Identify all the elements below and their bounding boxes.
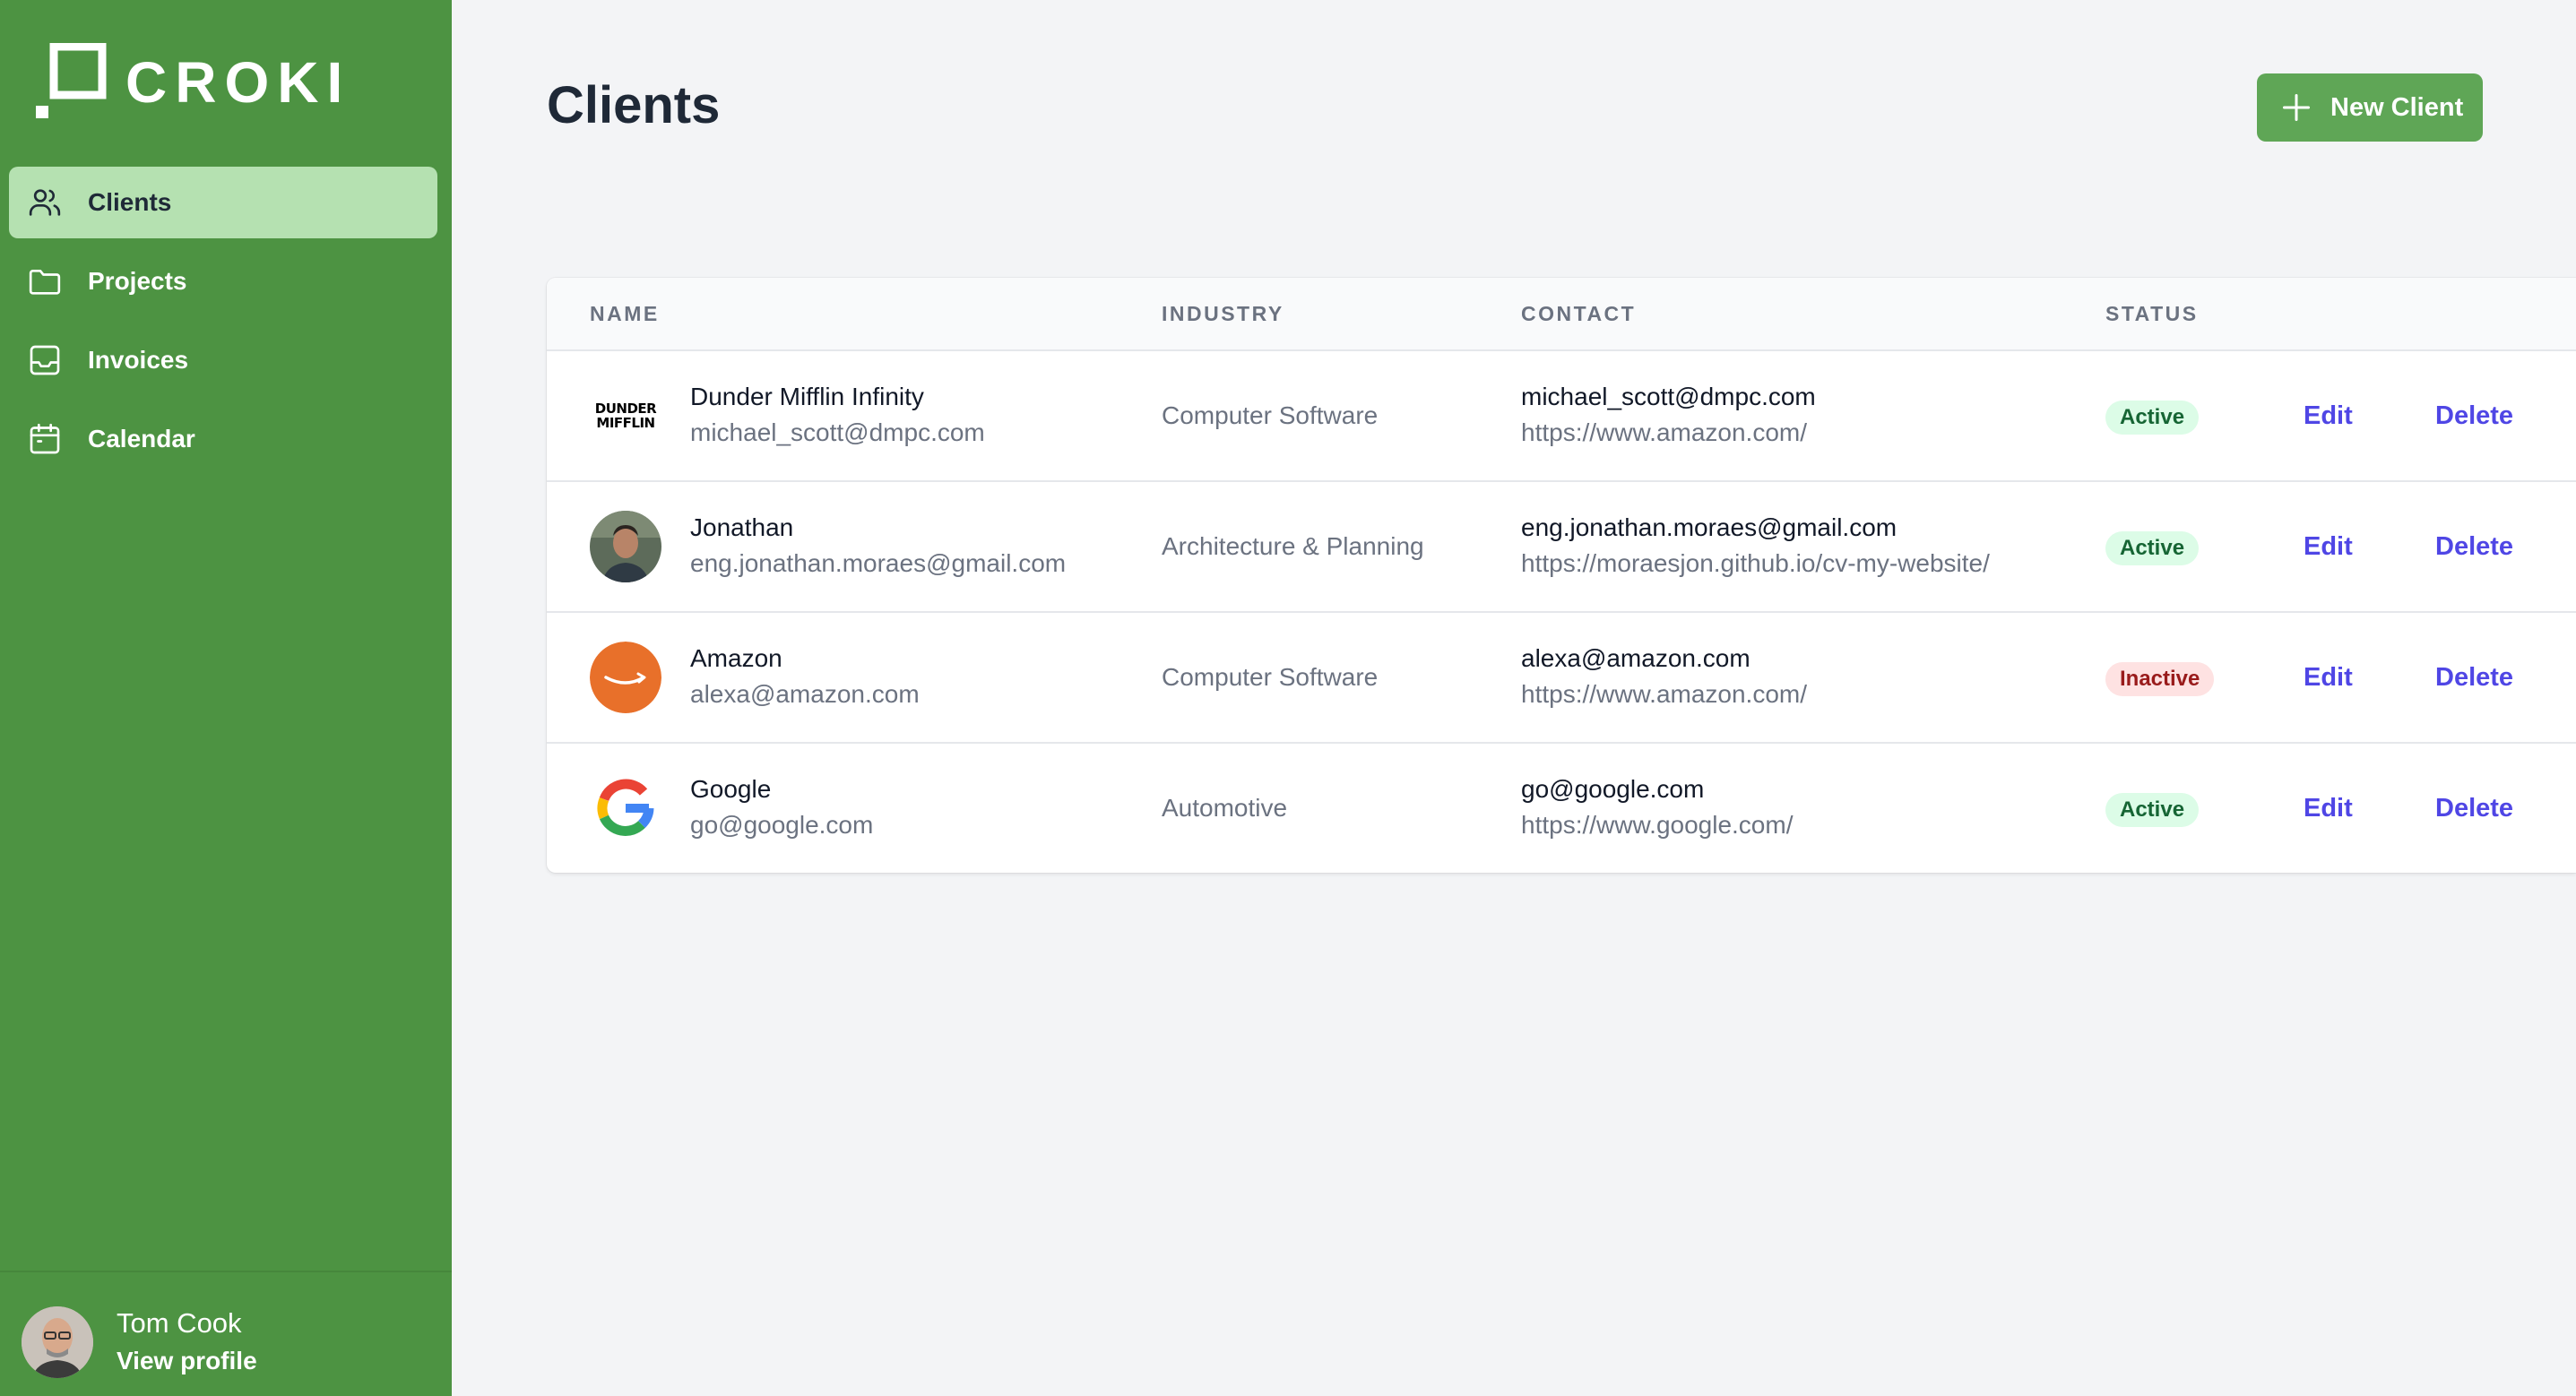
new-client-button[interactable]: New Client [2257, 73, 2483, 142]
users-icon [29, 189, 61, 216]
sidebar-item-label: Calendar [88, 425, 195, 452]
contact-website: https://www.google.com/ [1521, 811, 1794, 839]
contact-website: https://www.amazon.com/ [1521, 680, 1808, 708]
client-email: michael_scott@dmpc.com [690, 418, 985, 446]
inbox-icon [30, 345, 60, 375]
profile-name: Tom Cook [117, 1307, 242, 1339]
sidebar-nav: Clients Projects Invoices Calendar [9, 167, 437, 482]
client-industry: Automotive [1162, 794, 1288, 822]
contact-email: alexa@amazon.com [1521, 644, 1750, 672]
delete-button[interactable]: Delete [2435, 744, 2513, 873]
client-name: Google [690, 775, 772, 803]
header-industry: INDUSTRY [1162, 302, 1284, 325]
company-logo [590, 642, 661, 713]
user-photo-icon [22, 1306, 93, 1378]
edit-button[interactable]: Edit [2304, 744, 2353, 873]
client-email: eng.jonathan.moraes@gmail.com [690, 549, 1067, 577]
table-row: Amazon alexa@amazon.com Computer Softwar… [547, 613, 2576, 744]
delete-button[interactable]: Delete [2435, 613, 2513, 742]
contact-email: go@google.com [1521, 775, 1705, 803]
person-photo-icon [590, 511, 661, 582]
contact-email: michael_scott@dmpc.com [1521, 383, 1816, 410]
logo-text: DUNDER [594, 401, 657, 417]
sidebar-item-label: Projects [88, 267, 187, 295]
sidebar-item-invoices[interactable]: Invoices [9, 324, 437, 396]
table-row: Google go@google.com Automotive go@googl… [547, 744, 2576, 873]
header-name: NAME [590, 302, 660, 325]
sidebar-item-label: Invoices [88, 346, 189, 374]
sidebar-item-label: Clients [88, 188, 172, 216]
company-logo: DUNDER MIFFLIN [590, 380, 661, 452]
status-badge: Active [2105, 793, 2200, 827]
company-logo [590, 511, 661, 582]
table-row: Jonathan eng.jonathan.moraes@gmail.com A… [547, 482, 2576, 613]
sidebar-item-clients[interactable]: Clients [9, 167, 437, 238]
client-email: alexa@amazon.com [690, 680, 920, 708]
user-profile[interactable]: Tom Cook View profile [0, 1271, 452, 1396]
edit-button[interactable]: Edit [2304, 351, 2353, 480]
clients-table: NAME INDUSTRY CONTACT STATUS DUNDER MIFF… [547, 278, 2576, 873]
sidebar: CROKI Clients Projects Invoices Calendar… [0, 0, 452, 1396]
logo-mark-icon [36, 43, 107, 118]
sidebar-item-calendar[interactable]: Calendar [9, 403, 437, 475]
status-badge: Active [2105, 401, 2200, 435]
client-industry: Architecture & Planning [1162, 532, 1424, 560]
client-email: go@google.com [690, 811, 874, 839]
contact-website: https://www.amazon.com/ [1521, 418, 1808, 446]
contact-email: eng.jonathan.moraes@gmail.com [1521, 513, 1897, 541]
croki-logo[interactable]: CROKI [36, 43, 342, 124]
company-logo [590, 772, 661, 844]
sidebar-item-projects[interactable]: Projects [9, 246, 437, 317]
delete-button[interactable]: Delete [2435, 482, 2513, 611]
status-badge: Inactive [2105, 662, 2215, 696]
client-name: Jonathan [690, 513, 794, 541]
client-industry: Computer Software [1162, 663, 1379, 691]
amazon-logo-icon [590, 642, 661, 713]
delete-button[interactable]: Delete [2435, 351, 2513, 480]
calendar-icon [30, 423, 60, 454]
dunder-mifflin-logo-icon: DUNDER MIFFLIN [590, 380, 661, 452]
edit-button[interactable]: Edit [2304, 482, 2353, 611]
folder-icon [29, 270, 61, 295]
header-status: STATUS [2105, 302, 2199, 325]
status-badge: Active [2105, 531, 2200, 565]
page-title: Clients [547, 76, 721, 134]
table-header: NAME INDUSTRY CONTACT STATUS [547, 278, 2576, 351]
new-client-label: New Client [2330, 93, 2464, 122]
client-industry: Computer Software [1162, 401, 1379, 429]
client-name: Amazon [690, 644, 782, 672]
logo-text: MIFFLIN [596, 415, 655, 431]
edit-button[interactable]: Edit [2304, 613, 2353, 742]
header-contact: CONTACT [1521, 302, 1637, 325]
avatar [22, 1306, 93, 1378]
google-logo-icon [597, 779, 654, 836]
client-name: Dunder Mifflin Infinity [690, 383, 924, 410]
plus-icon [2283, 94, 2310, 121]
brand-name: CROKI [125, 50, 351, 115]
contact-website: https://moraesjon.github.io/cv-my-websit… [1521, 549, 1990, 577]
view-profile-link[interactable]: View profile [117, 1346, 257, 1376]
table-row: DUNDER MIFFLIN Dunder Mifflin Infinity m… [547, 351, 2576, 482]
